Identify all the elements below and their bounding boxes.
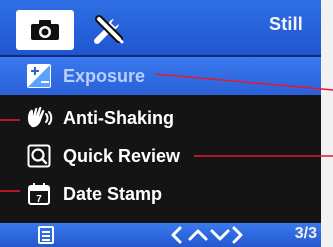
svg-text:7: 7: [36, 194, 42, 205]
page-indicator: 3/3: [294, 225, 317, 242]
top-tab-bar: Still: [0, 0, 321, 57]
right-arrow-icon: [232, 226, 243, 244]
menu-item-date-stamp[interactable]: 7 Date Stamp: [0, 175, 321, 213]
navigation-arrows[interactable]: [168, 224, 246, 246]
menu-item-label: Anti-Shaking: [63, 107, 174, 128]
menu-item-label: Date Stamp: [63, 183, 163, 204]
tab-camera[interactable]: [16, 10, 74, 50]
menu-item-label: Exposure: [63, 65, 146, 86]
camera-lcd-screen: Still Exposure Anti-Shaking Quick Review…: [0, 0, 321, 247]
menu-item-anti-shaking[interactable]: Anti-Shaking: [0, 99, 321, 137]
camera-icon: [31, 20, 59, 40]
menu-item-quick-review[interactable]: Quick Review: [0, 137, 321, 175]
tools-icon: [94, 15, 124, 44]
quick-review-icon: [25, 142, 53, 170]
menu-item-exposure[interactable]: Exposure: [0, 57, 321, 95]
menu-list-icon[interactable]: [38, 226, 54, 244]
left-arrow-icon: [171, 226, 182, 244]
anti-shaking-hand-icon: [25, 104, 53, 132]
down-arrow-icon: [210, 229, 230, 241]
date-stamp-calendar-icon: 7: [25, 180, 53, 208]
up-arrow-icon: [188, 229, 208, 241]
mode-label: Still: [268, 14, 303, 34]
bottom-status-bar: 3/3: [0, 223, 321, 247]
page: Still Exposure Anti-Shaking Quick Review…: [0, 0, 333, 247]
tab-tools[interactable]: [86, 10, 130, 50]
menu-item-label: Quick Review: [63, 145, 181, 166]
exposure-icon: [25, 62, 53, 90]
